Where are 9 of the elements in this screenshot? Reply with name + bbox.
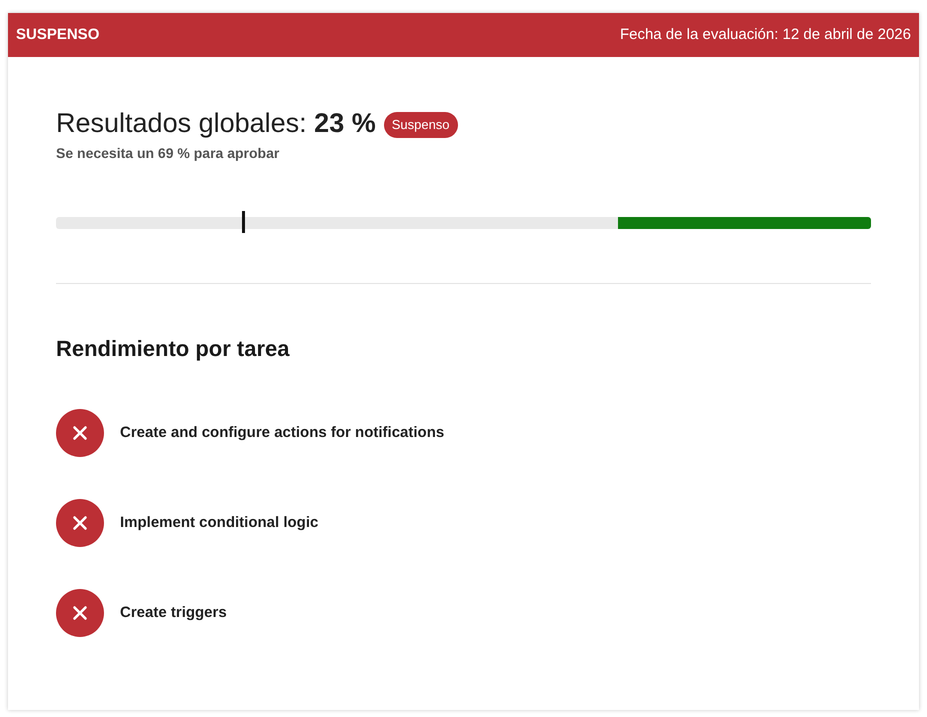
- status-text: SUSPENSO: [16, 24, 100, 45]
- status-badge: Suspenso: [384, 112, 458, 138]
- evaluation-date: Fecha de la evaluación: 12 de abril de 2026: [620, 24, 911, 45]
- task-name: Create triggers: [120, 602, 227, 623]
- pass-requirement: Se necesita un 69 % para aprobar: [56, 144, 280, 163]
- results-title: Resultados globales: 23 %: [56, 107, 376, 140]
- task-name: Create and configure actions for notifications: [120, 422, 444, 443]
- task-name: Implement conditional logic: [120, 512, 318, 533]
- section-heading: Rendimiento por tarea: [56, 335, 291, 363]
